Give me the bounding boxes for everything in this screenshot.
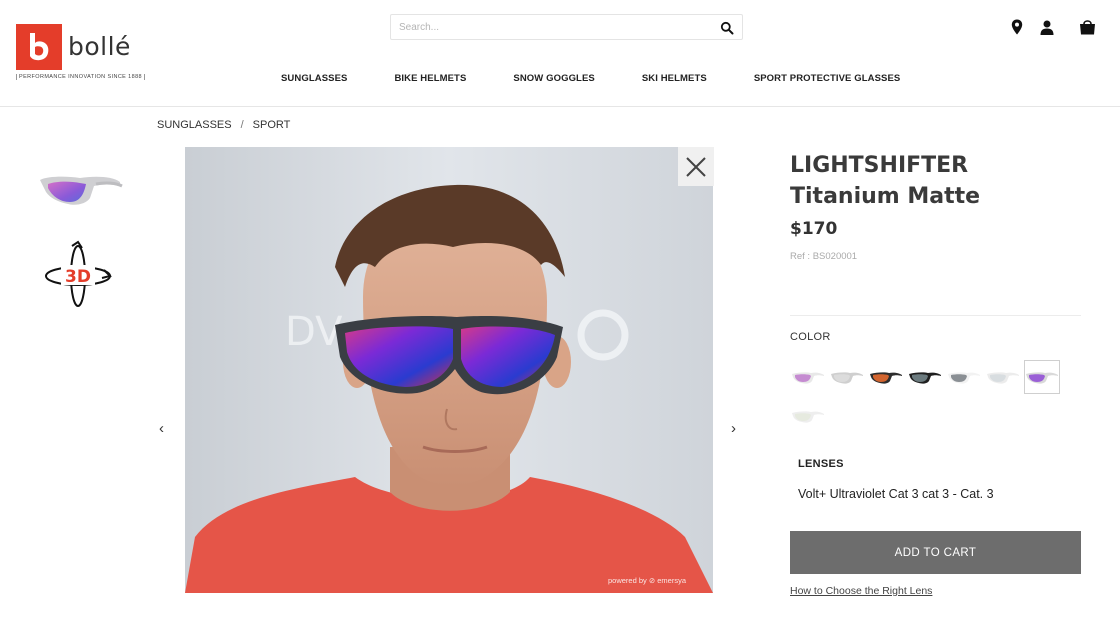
virtual-try-on-viewer[interactable]: DV xyxy=(185,147,713,593)
lens-guide-link[interactable]: How to Choose the Right Lens xyxy=(790,585,932,597)
3d-label: 3D xyxy=(65,267,91,287)
header-icons xyxy=(1008,18,1096,36)
product-title: LIGHTSHIFTER Titanium Matte xyxy=(790,150,1090,212)
lenses-label: LENSES xyxy=(798,458,844,470)
color-swatch[interactable] xyxy=(946,360,982,394)
color-swatch[interactable] xyxy=(985,360,1021,394)
breadcrumb: SUNGLASSES / SPORT xyxy=(157,119,290,131)
brand-logo[interactable]: bollé PERFORMANCE INNOVATION SINCE 1888 xyxy=(16,24,148,84)
powered-by-label: powered by ⊘ emersya xyxy=(608,576,686,585)
color-swatch[interactable] xyxy=(790,399,826,433)
breadcrumb-sport[interactable]: SPORT xyxy=(253,119,291,131)
site-header: bollé PERFORMANCE INNOVATION SINCE 1888 … xyxy=(0,0,1120,107)
breadcrumb-sunglasses[interactable]: SUNGLASSES xyxy=(157,119,232,131)
brand-name: bollé xyxy=(68,32,131,61)
add-to-cart-button[interactable]: ADD TO CART xyxy=(790,531,1081,574)
search-icon[interactable] xyxy=(720,21,734,35)
color-swatch[interactable] xyxy=(829,360,865,394)
nav-item-snow-goggles[interactable]: SNOW GOGGLES xyxy=(513,73,594,84)
brand-tagline: PERFORMANCE INNOVATION SINCE 1888 xyxy=(16,74,146,80)
divider xyxy=(790,315,1081,316)
user-icon[interactable] xyxy=(1038,18,1056,36)
close-button[interactable] xyxy=(678,147,714,186)
brand-logo-mark xyxy=(16,24,62,70)
product-ref: Ref : BS020001 xyxy=(790,251,858,262)
search-input[interactable] xyxy=(391,15,711,39)
next-image-arrow[interactable]: › xyxy=(731,420,736,437)
nav-item-sunglasses[interactable]: SUNGLASSES xyxy=(281,73,347,84)
svg-text:DV: DV xyxy=(285,309,343,355)
color-swatch[interactable] xyxy=(790,360,826,394)
color-swatch[interactable] xyxy=(868,360,904,394)
nav-item-sport-protective-glasses[interactable]: SPORT PROTECTIVE GLASSES xyxy=(754,73,901,84)
location-pin-icon[interactable] xyxy=(1008,18,1026,36)
shopping-bag-icon[interactable] xyxy=(1078,18,1096,36)
sunglasses-thumbnail[interactable] xyxy=(36,162,124,212)
breadcrumb-separator: / xyxy=(240,119,244,131)
product-title-line2: Titanium Matte xyxy=(790,184,981,209)
main-nav: SUNGLASSES BIKE HELMETS SNOW GOGGLES SKI… xyxy=(281,73,900,84)
product-price: $170 xyxy=(790,219,838,239)
previous-image-arrow[interactable]: ‹ xyxy=(159,420,164,437)
color-swatch[interactable] xyxy=(907,360,943,394)
close-icon xyxy=(686,156,706,177)
nav-item-ski-helmets[interactable]: SKI HELMETS xyxy=(642,73,707,84)
lenses-value: Volt+ Ultraviolet Cat 3 cat 3 - Cat. 3 xyxy=(798,487,994,501)
nav-item-bike-helmets[interactable]: BIKE HELMETS xyxy=(394,73,466,84)
product-title-line1: LIGHTSHIFTER xyxy=(790,153,969,178)
try-on-photo: DV xyxy=(185,147,713,593)
color-label: COLOR xyxy=(790,331,831,343)
search-box xyxy=(390,14,743,40)
color-swatch[interactable] xyxy=(1024,360,1060,394)
3d-view-icon[interactable]: 3D xyxy=(42,240,114,310)
